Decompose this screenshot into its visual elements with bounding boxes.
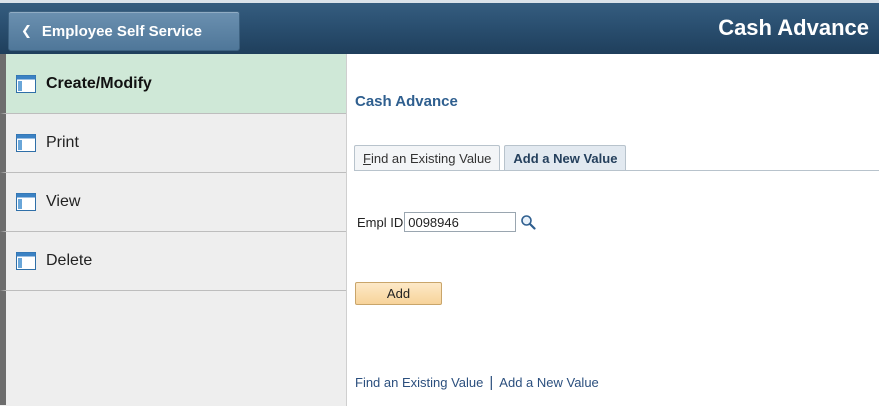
sidebar-item-view[interactable]: View xyxy=(0,173,346,232)
sidebar-item-label: Print xyxy=(46,134,79,151)
tab-find-existing-value[interactable]: Find an Existing Value xyxy=(354,145,501,171)
add-new-value-link[interactable]: Add a New Value xyxy=(499,375,599,390)
tab-divider xyxy=(354,170,879,171)
empl-id-label: Empl ID xyxy=(357,214,404,230)
sidebar-nav: Create/Modify Print View Delete xyxy=(0,54,347,406)
page-icon xyxy=(16,74,36,93)
tab-label: ind an Existing Value xyxy=(370,151,492,166)
find-existing-value-link[interactable]: Find an Existing Value xyxy=(355,375,483,390)
chevron-left-icon: ❮ xyxy=(21,23,32,38)
tab-label: Add a New Value xyxy=(513,151,618,166)
add-button[interactable]: Add xyxy=(355,282,442,305)
sidebar-item-label: View xyxy=(46,193,81,210)
sidebar-item-print[interactable]: Print xyxy=(0,114,346,173)
back-button-label: Employee Self Service xyxy=(41,22,202,40)
lookup-search-icon[interactable] xyxy=(520,214,536,230)
empl-id-input[interactable] xyxy=(404,212,517,232)
sidebar-item-delete[interactable]: Delete xyxy=(0,232,346,291)
page-icon xyxy=(16,193,36,211)
page-title: Cash Advance xyxy=(718,15,869,40)
tab-add-new-value[interactable]: Add a New Value xyxy=(504,145,627,171)
sidebar-item-create-modify[interactable]: Create/Modify xyxy=(0,54,346,114)
empl-id-row: Empl ID xyxy=(357,212,536,232)
sidebar-item-label: Delete xyxy=(46,252,93,269)
link-separator: | xyxy=(489,374,494,391)
page-icon xyxy=(16,252,36,270)
main-content: Cash Advance Find an Existing Value Add … xyxy=(347,54,879,406)
sidebar-empty-area xyxy=(0,291,346,405)
bottom-links: Find an Existing Value | Add a New Value xyxy=(355,374,599,391)
sidebar-item-label: Create/Modify xyxy=(46,74,152,92)
section-title: Cash Advance xyxy=(355,93,458,110)
search-tabs: Find an Existing Value Add a New Value xyxy=(354,145,630,171)
back-button[interactable]: ❮ Employee Self Service xyxy=(8,11,240,51)
tab-accesskey: F xyxy=(363,151,371,166)
page-header: ❮ Employee Self Service Cash Advance xyxy=(0,0,879,54)
page-icon xyxy=(16,134,36,152)
